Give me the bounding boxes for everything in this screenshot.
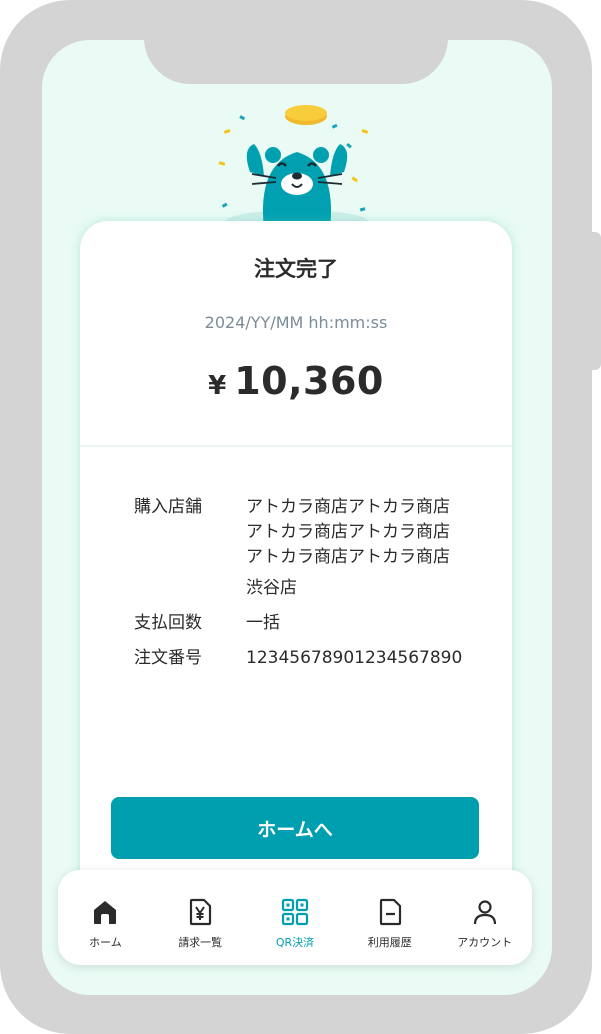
page-title: 注文完了 — [254, 257, 338, 281]
store-name-line: アトカラ商店アトカラ商店 — [246, 547, 450, 567]
go-home-button[interactable]: ホームへ — [111, 797, 479, 859]
order-number-label: 注文番号 — [134, 648, 202, 668]
screen: 注文完了 2024/YY/MM hh:mm:ss ¥10,360 購入店舗 アト… — [42, 40, 552, 995]
store-value: アトカラ商店アトカラ商店 アトカラ商店アトカラ商店 アトカラ商店アトカラ商店 渋… — [246, 495, 494, 601]
divider — [80, 445, 512, 447]
tab-bills[interactable]: 請求一覧 — [153, 870, 248, 965]
tab-home[interactable]: ホーム — [58, 870, 153, 965]
store-branch: 渋谷店 — [246, 578, 297, 598]
tab-history[interactable]: 利用履歴 — [342, 870, 437, 965]
total-amount: ¥10,360 — [80, 359, 512, 403]
order-details: 購入店舗 アトカラ商店アトカラ商店 アトカラ商店アトカラ商店 アトカラ商店アトカ… — [134, 495, 494, 681]
detail-row-order-number: 注文番号 12345678901234567890 — [134, 646, 494, 671]
tab-qr[interactable]: QR決済 — [248, 870, 343, 965]
document-icon — [379, 898, 401, 926]
store-name-line: アトカラ商店アトカラ商店 — [246, 497, 450, 517]
home-icon — [94, 901, 117, 924]
order-complete-card: 注文完了 2024/YY/MM hh:mm:ss ¥10,360 購入店舗 アト… — [80, 221, 512, 941]
user-icon — [473, 900, 496, 925]
phone-notch — [144, 40, 448, 84]
phone-side-button — [589, 232, 601, 370]
store-name-line: アトカラ商店アトカラ商店 — [246, 522, 450, 542]
tab-label: 利用履歴 — [367, 936, 412, 949]
tab-label: ホーム — [89, 936, 122, 949]
currency-symbol: ¥ — [208, 371, 227, 401]
qr-icon — [281, 898, 309, 926]
order-number-value: 12345678901234567890 — [246, 648, 463, 668]
payment-count-value: 一括 — [246, 613, 280, 633]
amount-value: 10,360 — [234, 359, 384, 403]
tab-label: 請求一覧 — [178, 936, 223, 949]
order-datetime: 2024/YY/MM hh:mm:ss — [204, 313, 388, 332]
otter-mascot-illustration — [218, 105, 369, 229]
bill-yen-icon — [190, 898, 212, 926]
detail-row-store: 購入店舗 アトカラ商店アトカラ商店 アトカラ商店アトカラ商店 アトカラ商店アトカ… — [134, 495, 494, 601]
tab-label: アカウント — [457, 936, 513, 949]
payment-count-label: 支払回数 — [134, 613, 202, 633]
tab-label: QR決済 — [275, 936, 315, 949]
bottom-tab-bar: ホーム 請求一覧 QR決済 利用履歴 アカウント — [58, 870, 532, 965]
store-label: 購入店舗 — [134, 497, 202, 517]
tab-account[interactable]: アカウント — [437, 870, 532, 965]
detail-row-payment-count: 支払回数 一括 — [134, 611, 494, 636]
